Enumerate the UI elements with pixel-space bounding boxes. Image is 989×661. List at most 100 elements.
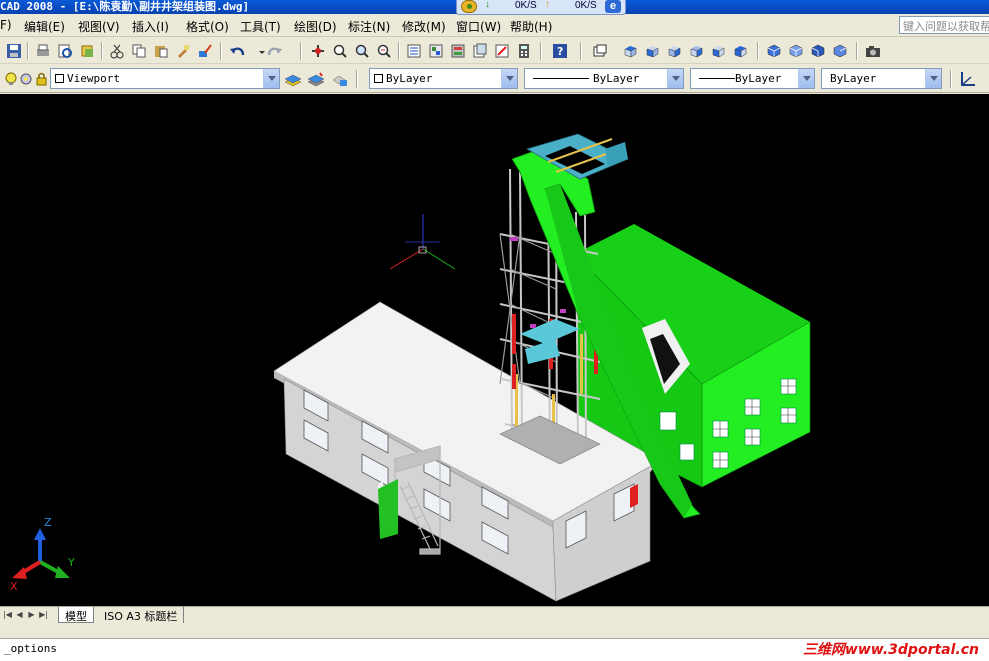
menu-dimension[interactable]: 标注(N): [348, 18, 390, 35]
tab-last-icon[interactable]: ▶|: [38, 609, 49, 621]
right-view-icon[interactable]: [686, 41, 706, 61]
tab-next-icon[interactable]: ▶: [26, 609, 37, 621]
download-arrow-icon: ↓: [485, 0, 490, 10]
plot-style-value: ByLayer: [830, 72, 877, 85]
color-swatch: [374, 74, 383, 83]
camera-icon[interactable]: [863, 41, 883, 61]
chevron-down-icon[interactable]: [798, 69, 814, 88]
se-iso-icon[interactable]: [786, 41, 806, 61]
tab-prev-icon[interactable]: ◀: [14, 609, 25, 621]
menu-window[interactable]: 窗口(W): [456, 18, 501, 35]
color-select[interactable]: ByLayer: [369, 68, 518, 89]
tab-model[interactable]: 模型: [58, 607, 94, 623]
ie-browser-icon[interactable]: e: [605, 0, 621, 13]
nw-iso-icon[interactable]: [830, 41, 850, 61]
drawing-viewport[interactable]: Z Y X: [0, 94, 989, 606]
paste-icon[interactable]: [151, 41, 171, 61]
bottom-view-icon[interactable]: [642, 41, 662, 61]
window-title: CAD 2008 - [E:\陈袁勤\副井井架组装图.dwg]: [0, 0, 250, 13]
menu-help[interactable]: 帮助(H): [510, 18, 552, 35]
model-3d-drawing: Z Y X: [10, 133, 811, 602]
pan-icon[interactable]: [308, 41, 328, 61]
layers-properties-toolbar: Viewport ByLayer ByLayer ByLayer ByLayer: [0, 65, 989, 93]
help-icon[interactable]: ?: [550, 41, 570, 61]
chevron-down-icon[interactable]: [667, 69, 683, 88]
copy-icon[interactable]: [129, 41, 149, 61]
zoom-realtime-icon[interactable]: [330, 41, 350, 61]
chevron-down-icon[interactable]: [501, 69, 517, 88]
help-search-input[interactable]: 键入问题以获取帮助: [899, 16, 989, 34]
front-view-icon[interactable]: [708, 41, 728, 61]
download-speed: 0K/S: [515, 0, 537, 11]
layer-select[interactable]: Viewport: [50, 68, 280, 89]
ucs-x-label: X: [10, 580, 18, 593]
lineweight-value: ByLayer: [735, 72, 782, 85]
tab-iso-a3-title-block[interactable]: ISO A3 标题栏: [98, 607, 185, 623]
lineweight-select[interactable]: ByLayer: [690, 68, 815, 89]
menu-view[interactable]: 视图(V): [78, 18, 120, 35]
calculator-icon[interactable]: [514, 41, 534, 61]
command-text: _options: [4, 642, 57, 655]
top-view-icon[interactable]: [620, 41, 640, 61]
match-properties-icon[interactable]: [173, 41, 193, 61]
layer-manager-icon[interactable]: [283, 70, 303, 90]
left-view-icon[interactable]: [664, 41, 684, 61]
menu-format[interactable]: 格式(O): [186, 18, 229, 35]
watermark-text: 三维网www.3dportal.cn: [802, 642, 979, 658]
network-speed-meter: ↓ 0K/S ↑ 0K/S e: [456, 0, 626, 15]
menu-tools[interactable]: 工具(T): [240, 18, 281, 35]
chevron-down-icon[interactable]: [925, 69, 941, 88]
design-center-icon[interactable]: [426, 41, 446, 61]
sw-iso-icon[interactable]: [764, 41, 784, 61]
zoom-previous-icon[interactable]: [374, 41, 394, 61]
zoom-window-icon[interactable]: [352, 41, 372, 61]
properties-icon[interactable]: [404, 41, 424, 61]
green-electrical-box: [378, 479, 398, 539]
block-editor-icon[interactable]: [195, 41, 215, 61]
plot-style-select[interactable]: ByLayer: [821, 68, 942, 89]
undo-icon[interactable]: [228, 41, 248, 61]
color-value: ByLayer: [386, 72, 433, 85]
make-object-layer-current-icon[interactable]: [306, 70, 326, 90]
upload-speed: 0K/S: [575, 0, 597, 11]
ucs-y-label: Y: [67, 556, 75, 569]
layer-previous-icon[interactable]: [329, 70, 349, 90]
svg-text:?: ?: [557, 45, 563, 58]
layer-lock-icon[interactable]: [32, 69, 52, 89]
command-area: _options 三维网www.3dportal.cn: [0, 623, 989, 661]
ne-iso-icon[interactable]: [808, 41, 828, 61]
layer-color-swatch: [55, 74, 64, 83]
menu-edit[interactable]: 编辑(E): [24, 18, 65, 35]
network-badge-icon: [461, 0, 477, 13]
tab-first-icon[interactable]: |◀: [2, 609, 13, 621]
current-layer-value: Viewport: [67, 72, 120, 85]
plot-preview-icon[interactable]: [55, 41, 75, 61]
save-icon[interactable]: [4, 41, 24, 61]
publish-icon[interactable]: [77, 41, 97, 61]
menu-file[interactable]: F): [0, 18, 12, 32]
markup-icon[interactable]: [492, 41, 512, 61]
menu-draw[interactable]: 绘图(D): [294, 18, 337, 35]
ucs-axis-icon: Z Y X: [10, 516, 75, 593]
linetype-value: ByLayer: [593, 72, 640, 85]
chevron-down-icon[interactable]: [263, 69, 279, 88]
ucs-z-label: Z: [44, 516, 52, 529]
menu-insert[interactable]: 插入(I): [132, 18, 169, 35]
layout-tabs-row: |◀ ◀ ▶ ▶| 模型 ISO A3 标题栏: [0, 606, 989, 623]
lineweight-preview: [699, 78, 735, 79]
tool-palettes-icon[interactable]: [448, 41, 468, 61]
upload-arrow-icon: ↑: [545, 0, 550, 10]
cut-icon[interactable]: [107, 41, 127, 61]
sheet-set-icon[interactable]: [470, 41, 490, 61]
ucs-icon[interactable]: [958, 69, 978, 89]
linetype-select[interactable]: ByLayer: [524, 68, 684, 89]
menu-modify[interactable]: 修改(M): [402, 18, 446, 35]
back-view-icon[interactable]: [730, 41, 750, 61]
plot-icon[interactable]: [33, 41, 53, 61]
menu-bar: F) 编辑(E) 视图(V) 插入(I) 格式(O) 工具(T) 绘图(D) 标…: [0, 15, 989, 37]
named-views-icon[interactable]: [590, 41, 610, 61]
redo-icon[interactable]: [264, 41, 284, 61]
crosshair-cursor: [389, 214, 456, 270]
linetype-preview: [533, 78, 589, 79]
standard-toolbar: ?: [0, 38, 989, 64]
